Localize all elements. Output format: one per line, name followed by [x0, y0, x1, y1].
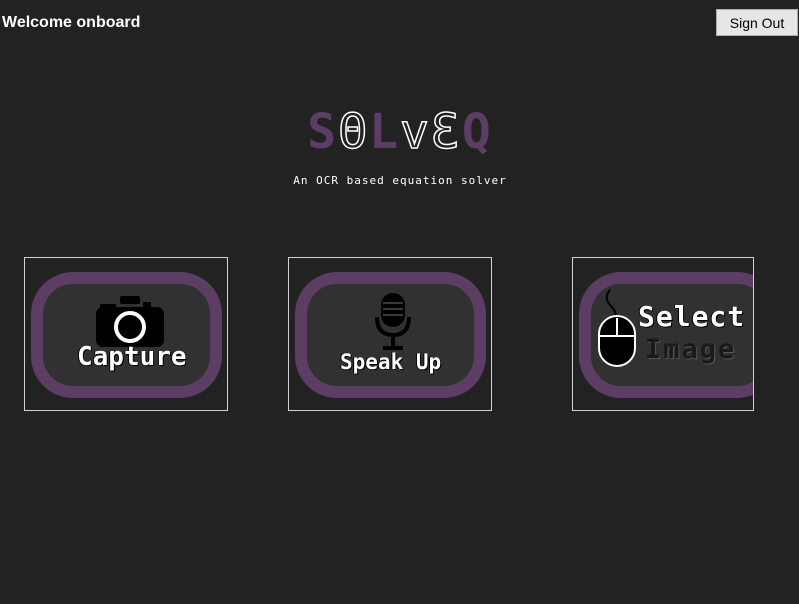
logo-letter: v — [399, 104, 431, 161]
app-logo: SΘLvƐQ — [240, 104, 560, 161]
image-label: Image — [645, 334, 737, 365]
capture-button[interactable]: Capture — [24, 257, 228, 411]
logo-letter: S — [307, 104, 339, 160]
welcome-text: Welcome onboard — [2, 14, 141, 31]
speak-up-button[interactable]: Speak Up — [288, 257, 492, 411]
select-label: Select — [638, 300, 746, 333]
logo-letter: Q — [461, 104, 493, 160]
mouse-icon — [598, 289, 636, 367]
select-image-button[interactable]: Select Image — [572, 257, 754, 411]
logo-letter: Ɛ — [430, 104, 462, 161]
microphone-icon — [375, 293, 411, 350]
logo-letter: Θ — [337, 104, 370, 161]
speak-up-label: Speak Up — [340, 350, 442, 374]
capture-label: Capture — [77, 342, 187, 372]
sign-out-button[interactable]: Sign Out — [716, 9, 798, 36]
logo-letter: L — [369, 104, 400, 160]
app-subtitle: An OCR based equation solver — [293, 174, 507, 187]
